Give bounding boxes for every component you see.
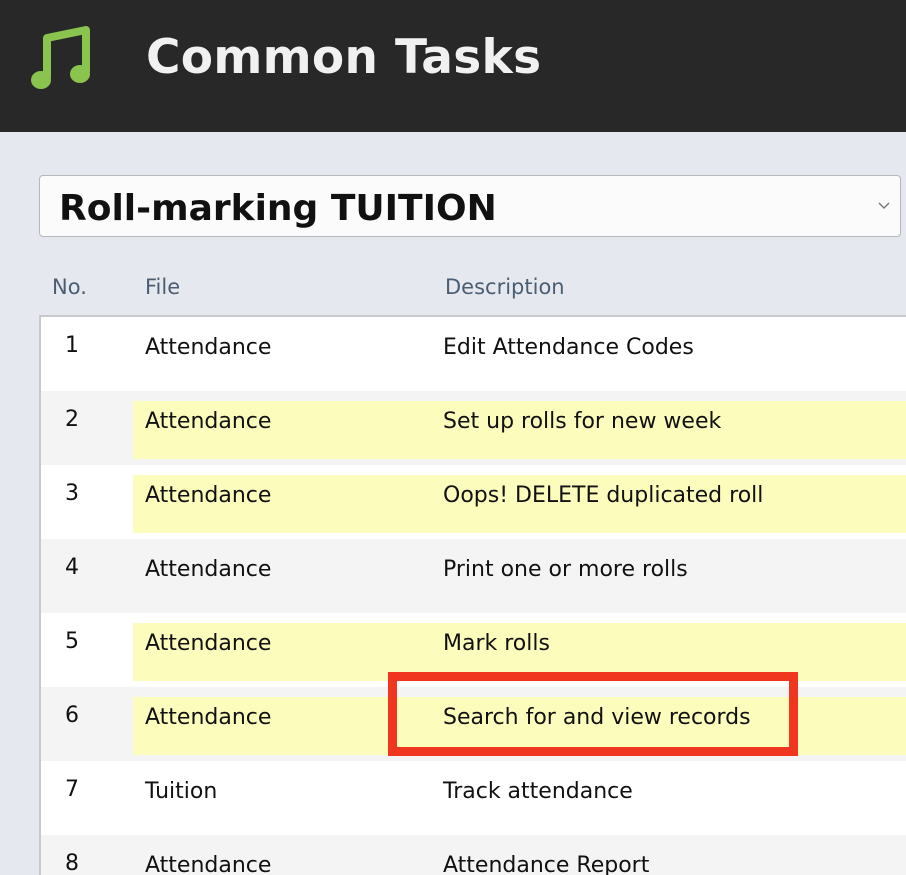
table-row[interactable]: 1 Attendance Edit Attendance Codes bbox=[41, 317, 906, 391]
table-row[interactable]: 4 Attendance Print one or more rolls bbox=[41, 539, 906, 613]
row-file: Attendance bbox=[145, 557, 272, 582]
row-number: 4 bbox=[65, 555, 79, 580]
row-description[interactable]: Track attendance bbox=[443, 779, 633, 804]
row-number: 2 bbox=[65, 407, 79, 432]
row-description[interactable]: Attendance Report bbox=[443, 853, 649, 875]
row-number: 1 bbox=[65, 333, 79, 358]
row-description[interactable]: Search for and view records bbox=[443, 705, 751, 730]
column-header-file[interactable]: File bbox=[145, 275, 180, 299]
row-number: 7 bbox=[65, 777, 79, 802]
row-description[interactable]: Edit Attendance Codes bbox=[443, 335, 694, 360]
music-note-icon bbox=[31, 26, 90, 89]
row-number: 5 bbox=[65, 629, 79, 654]
table-row[interactable]: 7 Tuition Track attendance bbox=[41, 761, 906, 835]
row-file: Attendance bbox=[145, 335, 272, 360]
column-header-no[interactable]: No. bbox=[52, 275, 87, 299]
row-description[interactable]: Oops! DELETE duplicated roll bbox=[443, 483, 763, 508]
row-number: 8 bbox=[65, 851, 79, 875]
table-row[interactable]: 8 Attendance Attendance Report bbox=[41, 835, 906, 875]
row-description[interactable]: Print one or more rolls bbox=[443, 557, 688, 582]
column-header-description[interactable]: Description bbox=[445, 275, 565, 299]
row-file: Attendance bbox=[145, 705, 272, 730]
chevron-down-icon bbox=[878, 202, 890, 209]
row-file: Tuition bbox=[145, 779, 218, 804]
task-category-select[interactable]: Roll-marking TUITION bbox=[39, 175, 901, 237]
row-file: Attendance bbox=[145, 483, 272, 508]
row-file: Attendance bbox=[145, 409, 272, 434]
row-file: Attendance bbox=[145, 853, 272, 875]
page-title: Common Tasks bbox=[146, 30, 542, 85]
row-number: 3 bbox=[65, 481, 79, 506]
row-number: 6 bbox=[65, 703, 79, 728]
row-description[interactable]: Set up rolls for new week bbox=[443, 409, 721, 434]
row-description[interactable]: Mark rolls bbox=[443, 631, 550, 656]
selected-category: Roll-marking TUITION bbox=[59, 188, 497, 229]
tasks-table: 1 Attendance Edit Attendance Codes 2 Att… bbox=[39, 315, 906, 875]
table-row[interactable]: 5 Attendance Mark rolls bbox=[41, 613, 906, 687]
table-row[interactable]: 2 Attendance Set up rolls for new week bbox=[41, 391, 906, 465]
table-row[interactable]: 6 Attendance Search for and view records bbox=[41, 687, 906, 761]
app-header: Common Tasks bbox=[0, 0, 906, 132]
table-row[interactable]: 3 Attendance Oops! DELETE duplicated rol… bbox=[41, 465, 906, 539]
row-file: Attendance bbox=[145, 631, 272, 656]
